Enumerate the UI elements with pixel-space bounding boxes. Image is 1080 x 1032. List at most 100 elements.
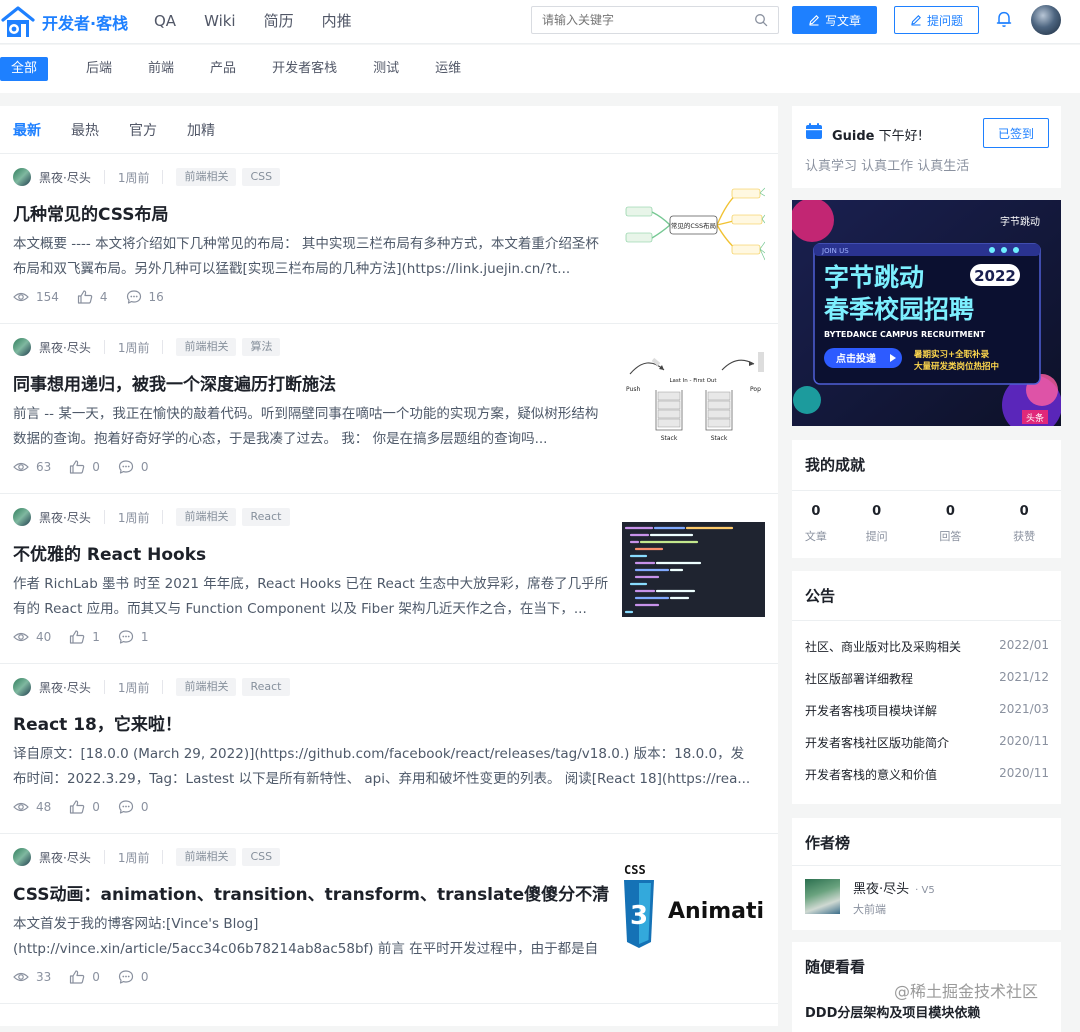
achievement-likes[interactable]: 0 获赞 [987, 502, 1061, 544]
author-avatar[interactable] [13, 508, 31, 526]
article-item[interactable]: 黑夜·尽头 1周前 前端相关 React 不优雅的 React Hooks 作者… [0, 494, 778, 664]
announcement-item[interactable]: 开发者客栈项目模块详解 2021/03 [805, 702, 1049, 734]
article-thumbnail[interactable]: Push Pop Last In - First Out Stack Stack [622, 352, 765, 447]
category-all[interactable]: 全部 [0, 57, 49, 81]
view-count-value: 48 [36, 800, 52, 814]
author-avatar[interactable] [13, 338, 31, 356]
pencil-icon [911, 15, 921, 26]
nav-referral[interactable]: 内推 [322, 10, 352, 32]
announcement-item[interactable]: 开发者客栈社区版功能简介 2020/11 [805, 734, 1049, 766]
author-name[interactable]: 黑夜·尽头 [39, 679, 91, 696]
comment-button[interactable]: 0 [118, 970, 149, 984]
announcement-title[interactable]: 社区版部署详细教程 [805, 670, 913, 702]
like-button[interactable]: 0 [69, 800, 100, 814]
author-name[interactable]: 黑夜·尽头 [39, 339, 91, 356]
article-tag[interactable]: 前端相关 [176, 848, 237, 866]
article-title[interactable]: 同事想用递归，被我一个深度遍历打断施法 [13, 370, 336, 395]
announcement-item[interactable]: 社区版部署详细教程 2021/12 [805, 670, 1049, 702]
article-summary[interactable]: 译自原文：[18.0.0 (March 29, 2022)](https://g… [13, 742, 753, 792]
like-button[interactable]: 4 [77, 290, 108, 304]
tab-latest[interactable]: 最新 [13, 120, 41, 140]
announcement-title[interactable]: 开发者客栈社区版功能简介 [805, 734, 949, 766]
random-read-item[interactable]: DDD分层架构及项目模块依赖 [805, 1002, 980, 1021]
article-tag[interactable]: CSS [242, 848, 281, 866]
bell-icon[interactable] [996, 10, 1012, 28]
main-nav: QA Wiki 简历 内推 [154, 10, 380, 32]
campus-recruitment-banner[interactable]: JOIN US 字节跳动 字节跳动 2022 春季校园招聘 BYTEDANCE … [792, 200, 1061, 426]
article-item[interactable]: 黑夜·尽头 1周前 前端相关 算法 同事想用递归，被我一个深度遍历打断施法 前言… [0, 324, 778, 494]
ask-question-button[interactable]: 提问题 [894, 6, 979, 34]
article-summary[interactable]: 作者 RichLab 墨书 时至 2021 年年底，React Hooks 已在… [13, 572, 609, 622]
author-avatar[interactable] [13, 678, 31, 696]
banner-cta[interactable]: 点击投递 [836, 352, 876, 365]
comment-button[interactable]: 0 [118, 800, 149, 814]
article-tag[interactable]: 算法 [242, 338, 281, 356]
category-devinn[interactable]: 开发者客栈 [272, 57, 337, 81]
category-ops[interactable]: 运维 [435, 57, 461, 81]
article-title[interactable]: 不优雅的 React Hooks [13, 540, 206, 565]
achievement-answers[interactable]: 0 回答 [914, 502, 988, 544]
article-tag[interactable]: 前端相关 [176, 338, 237, 356]
author-level: · V5 [915, 885, 935, 896]
article-tag[interactable]: 前端相关 [176, 678, 237, 696]
article-item[interactable]: 黑夜·尽头 1周前 前端相关 React React 18，它来啦！ 译自原文：… [0, 664, 778, 834]
user-avatar[interactable] [1031, 5, 1061, 35]
announcement-title[interactable]: 开发者客栈的意义和价值 [805, 766, 937, 798]
article-item[interactable]: 黑夜·尽头 1周前 前端相关 CSS CSS动画：animation、trans… [0, 834, 778, 1004]
announcement-title[interactable]: 开发者客栈项目模块详解 [805, 702, 937, 734]
nav-resume[interactable]: 简历 [264, 10, 294, 32]
signed-in-button[interactable]: 已签到 [983, 118, 1049, 148]
category-backend[interactable]: 后端 [86, 57, 112, 81]
category-testing[interactable]: 测试 [373, 57, 399, 81]
author-avatar[interactable] [805, 879, 840, 914]
tab-official[interactable]: 官方 [129, 120, 157, 140]
article-tag[interactable]: React [242, 678, 290, 696]
article-thumbnail[interactable]: 常见的CSS布局 [622, 182, 765, 277]
article-title[interactable]: CSS动画：animation、transition、transform、tra… [13, 880, 609, 905]
post-time: 1周前 [117, 510, 150, 525]
article-summary[interactable]: 本文首发于我的博客网站:[Vince's Blog](http://vince.… [13, 912, 609, 962]
article-summary[interactable]: 前言 -- 某一天，我正在愉快的敲着代码。听到隔壁同事在嘀咕一个功能的实现方案，… [13, 402, 609, 452]
author-name[interactable]: 黑夜·尽头 [39, 169, 91, 186]
article-summary[interactable]: 本文概要 ---- 本文将介绍如下几种常见的布局： 其中实现三栏布局有多种方式，… [13, 232, 609, 282]
article-thumbnail[interactable] [622, 522, 765, 617]
nav-wiki[interactable]: Wiki [204, 10, 236, 32]
category-frontend[interactable]: 前端 [148, 57, 174, 81]
tab-hottest[interactable]: 最热 [71, 120, 99, 140]
author-entry[interactable]: 黑夜·尽头 · V5 [853, 878, 935, 897]
category-product[interactable]: 产品 [210, 57, 236, 81]
author-name[interactable]: 黑夜·尽头 [853, 882, 909, 897]
comment-button[interactable]: 0 [118, 460, 149, 474]
announcement-date: 2021/03 [999, 702, 1049, 716]
search-input[interactable] [542, 7, 752, 33]
article-tag[interactable]: CSS [242, 168, 281, 186]
like-button[interactable]: 0 [69, 460, 100, 474]
announcement-title[interactable]: 社区、商业版对比及采购相关 [805, 638, 961, 670]
article-title[interactable]: React 18，它来啦！ [13, 710, 182, 735]
article-thumbnail[interactable]: CSS 3 Animatio [622, 862, 765, 957]
write-article-button[interactable]: 写文章 [792, 6, 877, 34]
nav-qa[interactable]: QA [154, 10, 176, 32]
site-logo[interactable]: 开发者·客栈 [0, 5, 128, 39]
achievement-questions[interactable]: 0 提问 [840, 502, 914, 544]
announcement-item[interactable]: 开发者客栈的意义和价值 2020/11 [805, 766, 1049, 798]
article-tag[interactable]: React [242, 508, 290, 526]
article-tag[interactable]: 前端相关 [176, 508, 237, 526]
achievements-title: 我的成就 [805, 456, 866, 474]
article-tag[interactable]: 前端相关 [176, 168, 237, 186]
post-time: 1周前 [117, 680, 150, 695]
announcement-item[interactable]: 社区、商业版对比及采购相关 2022/01 [805, 638, 1049, 670]
author-name[interactable]: 黑夜·尽头 [39, 849, 91, 866]
article-item[interactable]: 黑夜·尽头 1周前 前端相关 CSS 几种常见的CSS布局 本文概要 ---- … [0, 154, 778, 324]
author-name[interactable]: 黑夜·尽头 [39, 509, 91, 526]
like-button[interactable]: 0 [69, 970, 100, 984]
comment-button[interactable]: 16 [126, 290, 164, 304]
achievement-articles[interactable]: 0 文章 [792, 502, 840, 544]
author-avatar[interactable] [13, 168, 31, 186]
tab-featured[interactable]: 加精 [187, 120, 215, 140]
article-title[interactable]: 几种常见的CSS布局 [13, 200, 169, 225]
comment-button[interactable]: 1 [118, 630, 149, 644]
like-button[interactable]: 1 [69, 630, 100, 644]
search-icon[interactable] [754, 13, 768, 27]
author-avatar[interactable] [13, 848, 31, 866]
